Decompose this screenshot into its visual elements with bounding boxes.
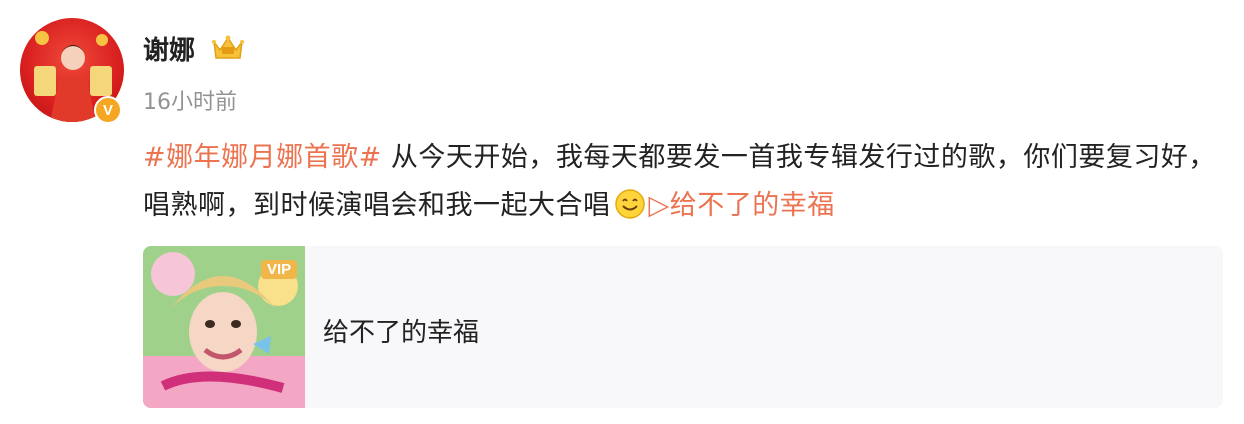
music-card[interactable]: VIP 给不了的幸福 — [143, 246, 1223, 408]
post-timestamp[interactable]: 16小时前 — [143, 84, 237, 116]
music-link-label: 给不了的幸福 — [669, 190, 835, 221]
smile-emoji-icon — [614, 189, 645, 219]
album-cover: VIP — [143, 246, 305, 408]
verified-icon: V — [94, 96, 122, 124]
crown-badge-icon[interactable] — [210, 32, 246, 62]
post-text: #娜年娜月娜首歌# 从今天开始，我每天都要发一首我专辑发行过的歌，你们要复习好，… — [143, 134, 1233, 230]
username[interactable]: 谢娜 — [143, 30, 195, 67]
vip-badge: VIP — [261, 260, 298, 279]
music-card-title: 给不了的幸福 — [323, 318, 480, 348]
music-link[interactable]: ▷给不了的幸福 — [649, 190, 835, 221]
hashtag-link[interactable]: #娜年娜月娜首歌# — [143, 142, 382, 173]
play-icon: ▷ — [648, 190, 670, 221]
